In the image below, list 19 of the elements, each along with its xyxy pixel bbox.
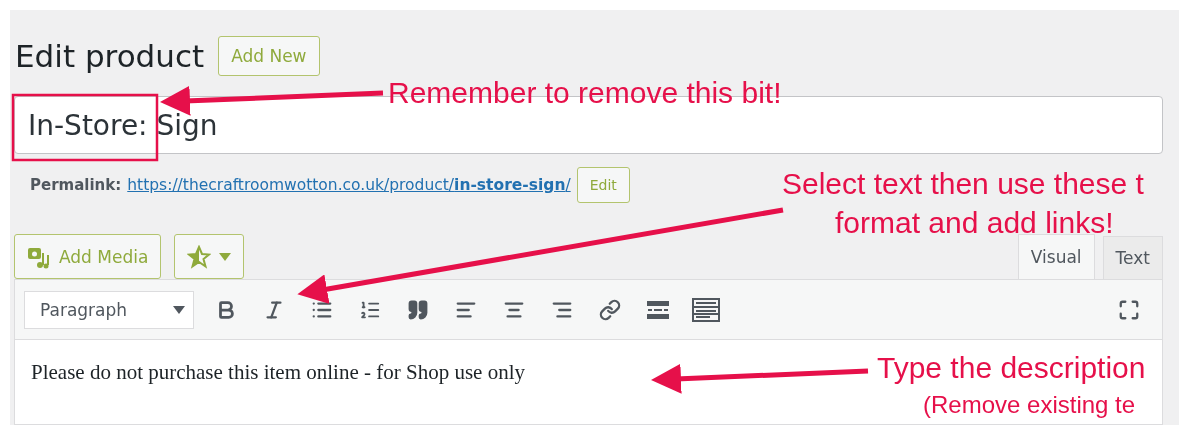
format-select[interactable]: Paragraph [24, 290, 194, 329]
caret-icon [219, 251, 232, 262]
editor-tab[interactable]: Text [1102, 236, 1163, 279]
page-title: Edit product [15, 38, 205, 74]
star-dropdown-button[interactable] [174, 234, 245, 279]
keyboard-icon[interactable] [692, 297, 720, 322]
permalink-link[interactable]: https://thecraftroomwotton.co.uk/product/in-store-sign/ [127, 176, 571, 194]
annotation-text: Type the description [877, 350, 1146, 386]
annotation-text: Select text then use these t [782, 166, 1144, 202]
caret-icon [173, 304, 185, 315]
editor-tab[interactable]: Visual [1017, 234, 1095, 279]
fullscreen-icon[interactable] [1118, 298, 1140, 321]
annotation-text: (Remove existing te [923, 390, 1136, 420]
description-text[interactable]: Please do not purchase this item online - for Shop use only [31, 360, 525, 385]
star-icon [187, 244, 212, 269]
read-more-icon[interactable] [647, 299, 669, 320]
permalink-label: Permalink: [30, 176, 122, 194]
link-icon[interactable] [599, 298, 621, 321]
quote-icon[interactable] [407, 298, 429, 321]
